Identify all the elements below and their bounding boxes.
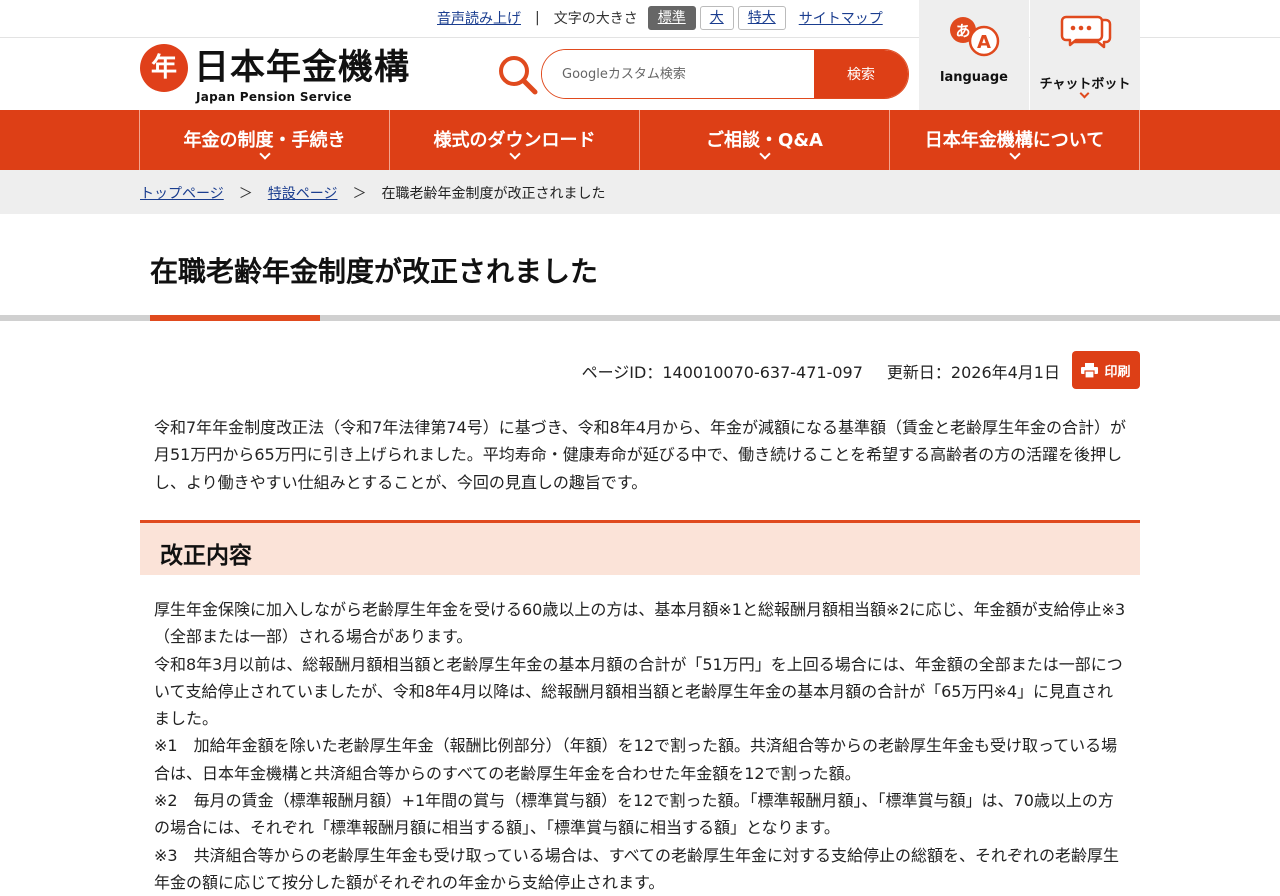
logo-subtitle: Japan Pension Service: [196, 90, 352, 104]
intro-paragraph: 令和7年年金制度改正法（令和7年法律第74号）に基づき、令和8年4月から、年金が…: [154, 418, 1126, 492]
nav-item-label: 年金の制度・手続き: [183, 130, 346, 151]
footnote-2: ※2 毎月の賃金（標準報酬月額）+1年間の賞与（標準賞与額）を12で割った額。「…: [154, 791, 1114, 838]
breadcrumb-special-link[interactable]: 特設ページ: [268, 183, 338, 203]
language-button[interactable]: あ A language: [919, 0, 1029, 110]
nav-item-pension-system[interactable]: 年金の制度・手続き: [140, 110, 390, 170]
nav-item-label: 日本年金機構について: [924, 130, 1105, 151]
printer-icon: [1081, 362, 1099, 378]
svg-text:A: A: [977, 32, 991, 53]
breadcrumb-separator: ＞: [352, 186, 367, 202]
language-icon: あ A: [949, 16, 1001, 64]
fontsize-xlarge-button[interactable]: 特大: [737, 6, 786, 30]
chatbot-button[interactable]: チャットボット: [1030, 0, 1140, 110]
nav-item-consultation-qa[interactable]: ご相談・Q&A: [640, 110, 890, 170]
search-button[interactable]: 検索: [814, 50, 908, 98]
print-button[interactable]: 印刷: [1072, 351, 1140, 389]
page-title: 在職老齢年金制度が改正されました: [150, 255, 599, 288]
audio-read-link[interactable]: 音声読み上げ: [437, 8, 521, 28]
utility-links: 音声読み上げ | 文字の大きさ 標準 大 特大 サイトマップ: [437, 6, 883, 30]
footnote-1: ※1 加給年金額を除いた老齢厚生年金（報酬比例部分）（年額）を12で割った額。共…: [154, 736, 1118, 783]
section-heading: 改正内容: [140, 520, 1140, 575]
print-label: 印刷: [1104, 364, 1131, 380]
logo-emblem-icon: 年: [140, 44, 188, 92]
sitemap-link[interactable]: サイトマップ: [799, 8, 883, 28]
search-input[interactable]: [542, 50, 814, 98]
breadcrumb: トップページ ＞ 特設ページ ＞ 在職老齢年金制度が改正されました: [140, 183, 605, 203]
search-icon: [497, 54, 539, 96]
breadcrumb-separator: ＞: [238, 186, 253, 202]
language-label: language: [940, 70, 1008, 85]
breadcrumb-top-link[interactable]: トップページ: [140, 183, 224, 203]
fontsize-label: 文字の大きさ: [553, 11, 638, 27]
section-content: 厚生年金保険に加入しながら老齢厚生年金を受ける60歳以上の方は、基本月額※1と総…: [154, 596, 1129, 896]
fontsize-standard-button[interactable]: 標準: [647, 6, 696, 30]
nav-item-about[interactable]: 日本年金機構について: [890, 110, 1140, 170]
fontsize-large-button[interactable]: 大: [699, 6, 734, 30]
footnote-3: ※3 共済組合等からの老齢厚生年金も受け取っている場合は、すべての老齢厚生年金に…: [154, 845, 1120, 892]
search-box: 検索: [541, 49, 909, 99]
svg-text:あ: あ: [955, 22, 970, 40]
breadcrumb-bar: トップページ ＞ 特設ページ ＞ 在職老齢年金制度が改正されました: [0, 170, 1280, 214]
utility-separator: |: [535, 10, 540, 26]
page-id: ページID：140010070-637-471-097: [581, 363, 863, 382]
title-accent-bar: [150, 315, 320, 321]
nav-item-label: 様式のダウンロード: [433, 130, 596, 151]
logo-text: 日本年金機構: [194, 48, 411, 88]
site-logo[interactable]: 年 日本年金機構 Japan Pension Service: [140, 44, 420, 106]
updated-date: 更新日：2026年4月1日: [886, 363, 1060, 382]
breadcrumb-current: 在職老齢年金制度が改正されました: [381, 186, 606, 202]
chat-bubble-icon: [1060, 14, 1112, 58]
global-nav: 年金の制度・手続き 様式のダウンロード ご相談・Q&A 日本年金機構について: [0, 110, 1280, 170]
section-heading-text: 改正内容: [160, 543, 252, 569]
content-paragraph: 令和8年3月以前は、総報酬月額相当額と老齢厚生年金の基本月額の合計が「51万円」…: [154, 654, 1123, 729]
intro-text: 令和7年年金制度改正法（令和7年法律第74号）に基づき、令和8年4月から、年金が…: [154, 414, 1129, 496]
nav-item-label: ご相談・Q&A: [706, 130, 823, 151]
nav-item-forms-download[interactable]: 様式のダウンロード: [390, 110, 640, 170]
page-meta: ページID：140010070-637-471-097 更新日：2026年4月1日: [582, 359, 1060, 383]
content-paragraph: 厚生年金保険に加入しながら老齢厚生年金を受ける60歳以上の方は、基本月額※1と総…: [154, 600, 1126, 647]
